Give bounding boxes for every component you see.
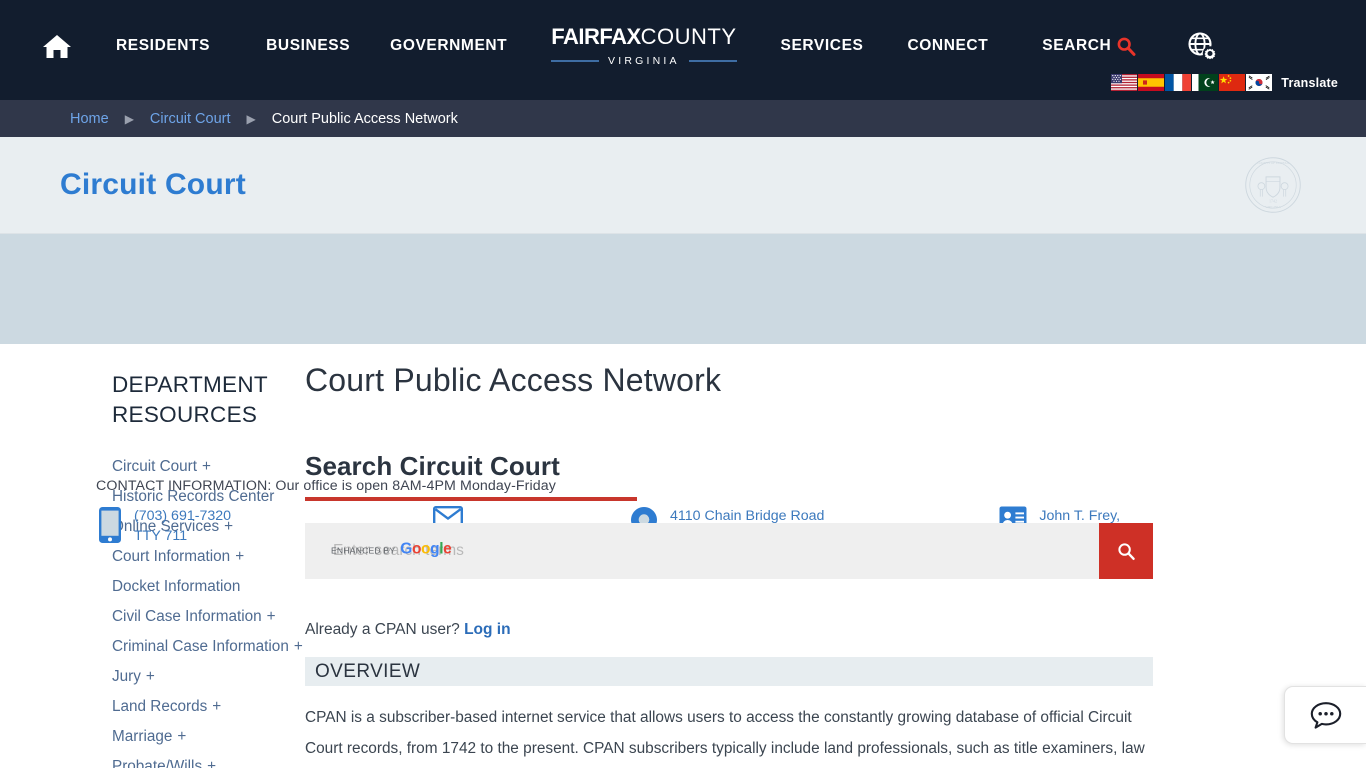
translate-label[interactable]: Translate [1281,76,1338,90]
sidebar-item-land-records[interactable]: Land Records + [112,692,300,722]
site-logo[interactable]: FAIRFAXCOUNTY VIRGINIA [551,23,737,67]
nav-item-business[interactable]: BUSINESS [266,37,350,55]
logo-virginia: VIRGINIA [608,54,680,67]
breadcrumb-item-circuit-court[interactable]: Circuit Court [150,111,231,127]
main-content: Court Public Access Network Search Circu… [300,344,1366,768]
chevron-right-icon: ▶ [246,111,256,126]
site-logo-text: FAIRFAXCOUNTY [551,23,737,49]
department-title-band: Circuit Court 1742 VIRGINIA COUNTY OF FA… [0,137,1366,234]
sidebar-item-marriage[interactable]: Marriage + [112,722,300,752]
svg-text:COUNTY OF FAIRFAX: COUNTY OF FAIRFAX [1257,161,1290,165]
mobile-phone-icon [99,507,121,543]
site-search-row: Enter search terms ENHANCED BY Google [305,523,1153,579]
contact-phone[interactable]: (703) 691-7320 TTY 711 [98,506,231,546]
sidebar-item-civil-case-information[interactable]: Civil Case Information + [112,602,300,632]
cpan-login-line: Already a CPAN user? Log in [305,621,1256,639]
home-icon[interactable] [40,31,74,61]
google-branding-prefix: ENHANCED BY [331,545,396,556]
phone-number[interactable]: (703) 691-7320 [134,506,231,526]
sidebar-item-jury[interactable]: Jury + [112,662,300,692]
page-root: RESIDENTS BUSINESS GOVERNMENT FAIRFAXCOU… [0,0,1366,768]
sidebar-item-label: Court Information [112,548,231,565]
breadcrumb-item-home[interactable]: Home [70,111,109,127]
sidebar-item-label: Land Records [112,698,208,715]
department-resources-sidebar: DEPARTMENT RESOURCES Circuit Court + Hist… [0,344,303,768]
expand-plus-icon[interactable]: + [212,698,221,715]
search-submit-button[interactable] [1099,523,1153,579]
flag-france[interactable] [1165,74,1192,91]
flag-south-korea[interactable] [1246,74,1273,91]
nav-item-services[interactable]: SERVICES [781,37,864,55]
expand-plus-icon[interactable]: + [235,548,244,565]
sidebar-item-label: Jury [112,668,141,685]
sidebar-item-docket-information[interactable]: Docket Information [112,572,300,602]
site-logo-subline: VIRGINIA [551,54,737,67]
section-title: Search Circuit Court [305,451,560,481]
expand-plus-icon[interactable]: + [202,458,211,475]
sidebar-item-label: Criminal Case Information [112,638,289,655]
translate-settings-button[interactable] [1186,30,1218,62]
header-search-label: SEARCH [1042,37,1112,54]
breadcrumb-item-current: Court Public Access Network [271,110,458,127]
overview-heading-bar: OVERVIEW [305,657,1153,686]
sidebar-item-label: Marriage [112,728,173,745]
sidebar-item-label: Civil Case Information [112,608,262,625]
google-branding-logo: Google [400,540,452,558]
expand-plus-icon[interactable]: + [146,668,155,685]
flag-china[interactable] [1219,74,1246,91]
sidebar-item-criminal-case-information[interactable]: Criminal Case Information + [112,632,303,662]
breadcrumb: Home ▶ Circuit Court ▶ Court Public Acce… [0,100,1366,137]
chat-widget-button[interactable] [1284,686,1366,744]
svg-text:1742: 1742 [1269,198,1277,203]
chat-bubble-icon [1310,701,1341,729]
sidebar-item-label: Docket Information [112,578,241,595]
flag-spain[interactable] [1138,74,1165,91]
page-title: Court Public Access Network [305,362,722,398]
sidebar-list: Circuit Court + Historic Records Center O… [112,452,303,768]
contact-phone-text[interactable]: (703) 691-7320 TTY 711 [134,506,231,546]
flag-pakistan[interactable] [1192,74,1219,91]
nav-item-connect[interactable]: CONNECT [907,37,988,55]
site-header: RESIDENTS BUSINESS GOVERNMENT FAIRFAXCOU… [0,0,1366,100]
flag-united-states[interactable] [1111,74,1138,91]
sidebar-item-label: Circuit Court [112,458,197,475]
contact-information-bar: CONTACT INFORMATION: Our office is open … [0,234,1366,544]
chevron-right-icon: ▶ [124,111,134,126]
page-content: DEPARTMENT RESOURCES Circuit Court + Hist… [0,344,1366,768]
tty-number[interactable]: TTY 711 [134,526,231,546]
overview-heading: OVERVIEW [315,660,421,682]
translate-flags-row: Translate [1111,74,1338,91]
cpan-login-link[interactable]: Log in [464,621,511,638]
sidebar-item-probate-wills[interactable]: Probate/Wills + [112,752,300,768]
nav-item-residents[interactable]: RESIDENTS [116,37,210,55]
logo-fairfax: FAIRFAX [551,23,641,49]
search-placeholder: Enter search terms [333,542,464,559]
logo-rule-left [551,59,600,62]
nav-item-government[interactable]: GOVERNMENT [390,37,507,55]
expand-plus-icon[interactable]: + [177,728,186,745]
overview-paragraph: CPAN is a subscriber-based internet serv… [305,709,1145,757]
department-title[interactable]: Circuit Court [60,168,246,202]
magnifier-icon [1117,37,1136,56]
sidebar-title: DEPARTMENT RESOURCES [112,372,268,427]
logo-rule-right [688,59,737,62]
google-branding: ENHANCED BY Google [331,540,452,559]
logo-county: COUNTY [640,23,737,49]
header-search-button[interactable]: SEARCH [1042,36,1136,56]
section-title-rule [305,497,637,501]
svg-text:VIRGINIA: VIRGINIA [1265,205,1281,209]
sidebar-item-label: Probate/Wills [112,758,203,768]
expand-plus-icon[interactable]: + [207,758,216,768]
expand-plus-icon[interactable]: + [267,608,276,625]
sidebar-item-court-information[interactable]: Court Information + [112,542,300,572]
globe-settings-icon [1188,32,1218,61]
county-seal-watermark: 1742 VIRGINIA COUNTY OF FAIRFAX [1245,157,1301,213]
cpan-login-prompt: Already a CPAN user? [305,621,460,638]
search-input-wrapper[interactable]: Enter search terms ENHANCED BY Google [305,523,1099,579]
search-icon [1118,543,1135,560]
